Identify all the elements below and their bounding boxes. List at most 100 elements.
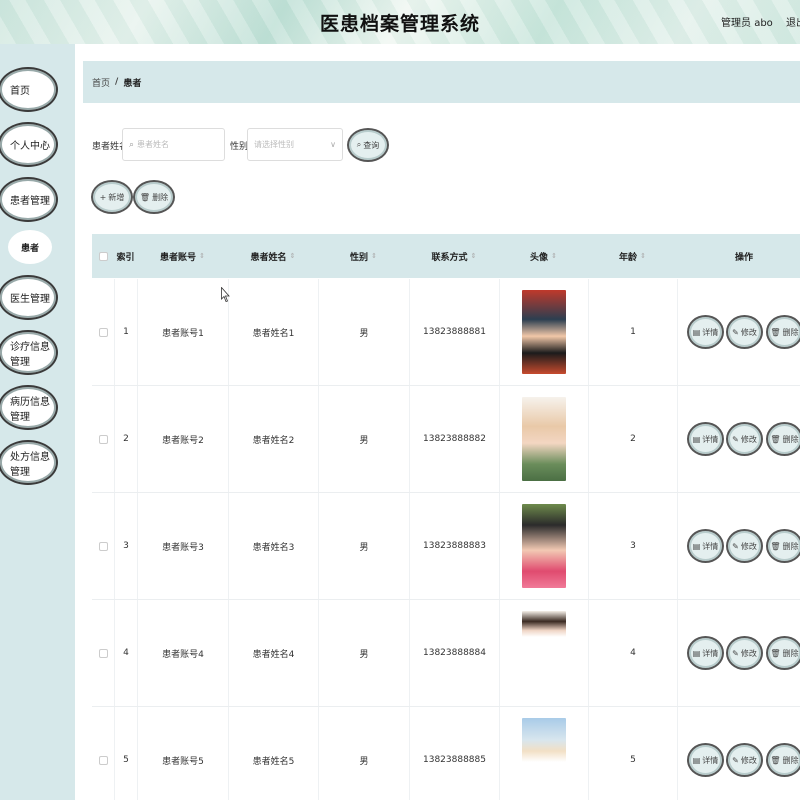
- col-gender[interactable]: 性别 ⇕: [318, 234, 409, 278]
- delete-button[interactable]: 🗑 删除: [766, 529, 800, 563]
- sidebar-item-doctors[interactable]: 医生管理 ∨: [0, 275, 58, 320]
- row-checkbox[interactable]: [98, 434, 108, 444]
- breadcrumb-current: 患者: [123, 78, 142, 89]
- pencil-icon: ✎: [732, 434, 739, 444]
- col-phone[interactable]: 联系方式 ⇕: [409, 234, 499, 278]
- breadcrumb-separator: /: [115, 77, 119, 87]
- plus-icon: +: [99, 192, 107, 202]
- col-actions-label: 操作: [734, 252, 753, 263]
- sidebar-subitem-patient[interactable]: 患者: [8, 230, 52, 264]
- col-index-label: 索引: [116, 252, 135, 263]
- detail-button-label: 详情: [702, 434, 719, 444]
- phone-value: 13823888885: [423, 755, 486, 765]
- batch-delete-button[interactable]: 🗑 删除: [133, 180, 175, 214]
- sort-icon[interactable]: ⇕: [640, 252, 646, 260]
- select-all-checkbox[interactable]: [98, 251, 108, 261]
- edit-button[interactable]: ✎ 修改: [726, 636, 763, 670]
- sidebar-item-diagnosis[interactable]: 诊疗信息管理: [0, 330, 58, 375]
- account-value: 患者账号3: [162, 542, 204, 553]
- gender-value: 男: [359, 328, 369, 339]
- row-checkbox[interactable]: [98, 648, 108, 658]
- index-value: 2: [123, 434, 129, 444]
- sidebar-item-patients[interactable]: 患者管理 ∨: [0, 177, 58, 222]
- gender-cell: 男: [318, 279, 409, 385]
- delete-button-label: 删除: [782, 648, 799, 658]
- delete-button[interactable]: 🗑 删除: [766, 743, 800, 777]
- index-cell: 5: [114, 707, 137, 800]
- account-value: 患者账号5: [162, 756, 204, 767]
- sidebar-item-profile[interactable]: 个人中心 ∨: [0, 122, 58, 167]
- detail-button[interactable]: ▤ 详情: [687, 315, 724, 349]
- delete-button[interactable]: 🗑 删除: [766, 315, 800, 349]
- pencil-icon: ✎: [732, 327, 739, 337]
- age-value: 1: [630, 327, 636, 337]
- gender-value: 男: [359, 435, 369, 446]
- search-icon: ⌕: [356, 140, 362, 149]
- col-avatar[interactable]: 头像 ⇕: [499, 234, 588, 278]
- account-cell: 患者账号1: [137, 279, 228, 385]
- age-value: 3: [630, 541, 636, 551]
- detail-button-label: 详情: [702, 327, 719, 337]
- edit-button[interactable]: ✎ 修改: [726, 315, 763, 349]
- row-checkbox[interactable]: [98, 327, 108, 337]
- detail-button[interactable]: ▤ 详情: [687, 636, 724, 670]
- document-icon: ▤: [692, 755, 701, 765]
- phone-cell: 13823888884: [409, 600, 499, 706]
- edit-button[interactable]: ✎ 修改: [726, 743, 763, 777]
- detail-button[interactable]: ▤ 详情: [687, 529, 724, 563]
- select-cell: [92, 493, 114, 599]
- sidebar-item-records[interactable]: 病历信息管理: [0, 385, 58, 430]
- age-cell: 1: [588, 279, 677, 385]
- account-cell: 患者账号3: [137, 493, 228, 599]
- select-all-cell: [92, 234, 114, 278]
- account-value: 患者账号1: [162, 328, 204, 339]
- avatar-cell: [499, 386, 588, 492]
- chevron-down-icon: ∨: [330, 140, 336, 149]
- index-value: 1: [123, 327, 129, 337]
- actions-cell: ▤ 详情 ✎ 修改 🗑 删除: [677, 600, 800, 706]
- logout-link[interactable]: 退出: [786, 18, 800, 29]
- breadcrumb-home[interactable]: 首页: [92, 76, 110, 89]
- sidebar-item-label: 首页: [10, 86, 30, 97]
- gender-cell: 男: [318, 493, 409, 599]
- app-title: 医患档案管理系统: [319, 13, 480, 35]
- gender-filter-label: 性别: [230, 142, 249, 152]
- row-checkbox[interactable]: [98, 755, 108, 765]
- sort-icon[interactable]: ⇕: [471, 252, 477, 260]
- col-gender-label: 性别: [350, 252, 369, 263]
- avatar: [522, 504, 566, 588]
- row-checkbox[interactable]: [98, 541, 108, 551]
- sidebar-item-label: 诊疗信息管理: [10, 341, 50, 368]
- sidebar-item-home[interactable]: 首页: [0, 67, 58, 112]
- phone-value: 13823888883: [423, 541, 486, 551]
- sort-icon[interactable]: ⇕: [290, 252, 296, 260]
- delete-button[interactable]: 🗑 删除: [766, 422, 800, 456]
- age-value: 2: [630, 434, 636, 444]
- sort-icon[interactable]: ⇕: [551, 252, 557, 260]
- col-avatar-label: 头像: [530, 252, 549, 263]
- query-button[interactable]: ⌕ 查询: [347, 128, 389, 162]
- detail-button[interactable]: ▤ 详情: [687, 743, 724, 777]
- search-icon: ⌕: [129, 139, 135, 150]
- name-search-input[interactable]: ⌕ 患者姓名: [122, 128, 225, 161]
- delete-button-label: 删除: [782, 541, 799, 551]
- add-button[interactable]: + 新增: [91, 180, 133, 214]
- batch-delete-label: 删除: [152, 192, 169, 202]
- delete-button[interactable]: 🗑 删除: [766, 636, 800, 670]
- sort-icon[interactable]: ⇕: [199, 252, 205, 260]
- detail-button[interactable]: ▤ 详情: [687, 422, 724, 456]
- sort-icon[interactable]: ⇕: [371, 252, 377, 260]
- actions-cell: ▤ 详情 ✎ 修改 🗑 删除: [677, 707, 800, 800]
- col-name[interactable]: 患者姓名 ⇕: [228, 234, 318, 278]
- col-account[interactable]: 患者账号 ⇕: [137, 234, 228, 278]
- gender-value: 男: [359, 756, 369, 767]
- age-cell: 4: [588, 600, 677, 706]
- account-cell: 患者账号2: [137, 386, 228, 492]
- edit-button[interactable]: ✎ 修改: [726, 422, 763, 456]
- gender-select[interactable]: 请选择性别 ∨: [247, 128, 343, 161]
- edit-button[interactable]: ✎ 修改: [726, 529, 763, 563]
- name-cell: 患者姓名4: [228, 600, 318, 706]
- col-age[interactable]: 年龄 ⇕: [588, 234, 677, 278]
- index-cell: 2: [114, 386, 137, 492]
- sidebar-item-prescriptions[interactable]: 处方信息管理: [0, 440, 58, 485]
